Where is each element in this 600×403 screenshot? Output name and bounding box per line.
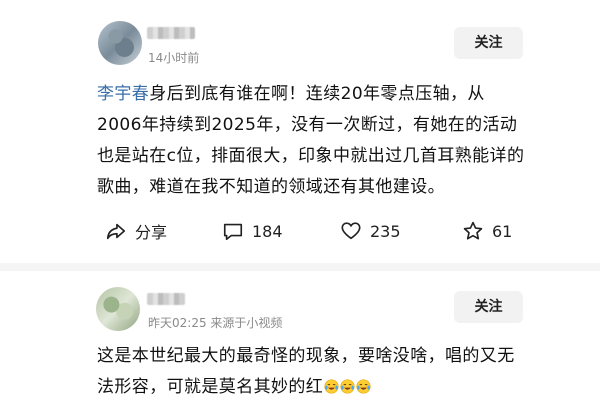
post-body: 李宇春身后到底有谁在啊！连续20年零点压轴，从2006年持续到2025年，没有一… — [97, 79, 527, 203]
action-bar: 分享 184 235 61 — [0, 216, 600, 246]
follow-button[interactable]: 关注 — [454, 291, 523, 323]
like-count: 235 — [370, 221, 401, 241]
star-icon — [463, 221, 483, 240]
post-text: 这是本世纪最大的最奇怪的现象，要啥没啥，唱的又无法形容，可就是莫名其妙的红 — [97, 346, 515, 397]
username-blurred[interactable] — [147, 293, 185, 305]
crying-laughing-emoji — [340, 379, 355, 394]
comment-icon — [223, 223, 243, 241]
crying-laughing-emoji — [324, 379, 339, 394]
avatar[interactable] — [98, 21, 142, 65]
post-time: 14小时前 — [148, 51, 200, 65]
post-body: 这是本世纪最大的最奇怪的现象，要啥没啥，唱的又无法形容，可就是莫名其妙的红 — [97, 341, 517, 403]
heart-icon — [341, 222, 361, 240]
share-label: 分享 — [135, 223, 168, 242]
like-button[interactable]: 235 — [340, 216, 401, 246]
username-blurred[interactable] — [147, 27, 195, 39]
crying-laughing-emoji — [356, 379, 371, 394]
post-text: 身后到底有谁在啊！连续20年零点压轴，从2006年持续到2025年，没有一次断过… — [97, 84, 525, 197]
favorite-count: 61 — [492, 221, 513, 241]
avatar[interactable] — [96, 287, 140, 331]
favorite-button[interactable]: 61 — [462, 216, 512, 246]
mention-link[interactable]: 李宇春 — [97, 84, 149, 104]
comment-button[interactable]: 184 — [222, 216, 283, 246]
share-icon — [106, 223, 126, 240]
post-divider — [0, 263, 600, 271]
post-time-source: 昨天02:25 来源于小视频 — [148, 316, 283, 330]
follow-button[interactable]: 关注 — [454, 27, 523, 59]
comment-count: 184 — [252, 221, 283, 241]
share-button[interactable]: 分享 — [105, 216, 167, 246]
emoji-group — [323, 377, 371, 397]
